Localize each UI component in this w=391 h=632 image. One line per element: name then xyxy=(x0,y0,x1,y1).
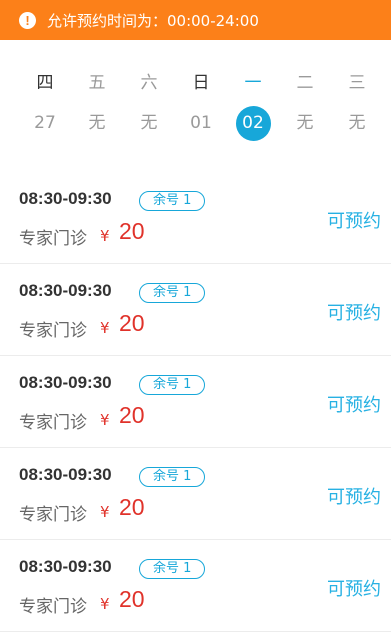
date-row: 27 无 无 01 02 无 无 xyxy=(19,105,383,141)
slot-price: 20 xyxy=(119,402,145,428)
weekday-row: 四 五 六 日 一 二 三 xyxy=(19,70,383,96)
book-button[interactable]: 可预约 xyxy=(327,207,381,233)
remaining-badge: 余号 1 xyxy=(139,375,206,395)
date-cell-unavailable: 无 xyxy=(348,113,366,133)
weekday-tue: 二 xyxy=(296,73,314,93)
slot-time: 08:30-09:30 xyxy=(19,373,112,392)
remaining-badge: 余号 1 xyxy=(139,559,206,579)
weekday-fri: 五 xyxy=(88,73,106,93)
book-button[interactable]: 可预约 xyxy=(327,391,381,417)
currency-symbol: ¥ xyxy=(100,227,110,245)
clinic-type: 专家门诊 xyxy=(19,321,87,341)
book-button[interactable]: 可预约 xyxy=(327,299,381,325)
clinic-type: 专家门诊 xyxy=(19,505,87,525)
weekday-mon: 一 xyxy=(244,73,262,93)
clinic-type: 专家门诊 xyxy=(19,413,87,433)
currency-symbol: ¥ xyxy=(100,503,110,521)
slot-price: 20 xyxy=(119,494,145,520)
slot-row[interactable]: 08:30-09:30 余号 1 专家门诊 ¥ 20 可预约 xyxy=(0,448,391,540)
weekday-sat: 六 xyxy=(140,73,158,93)
date-picker: 四 五 六 日 一 二 三 27 无 无 01 02 无 无 xyxy=(0,40,391,160)
currency-symbol: ¥ xyxy=(100,595,110,613)
clinic-type: 专家门诊 xyxy=(19,597,87,617)
slot-row[interactable]: 08:30-09:30 余号 1 专家门诊 ¥ 20 可预约 xyxy=(0,172,391,264)
date-cell-unavailable: 无 xyxy=(88,113,106,133)
slot-row[interactable]: 08:30-09:30 余号 1 专家门诊 ¥ 20 可预约 xyxy=(0,540,391,632)
exclamation-circle-icon: ! xyxy=(19,11,36,29)
currency-symbol: ¥ xyxy=(100,319,110,337)
notice-banner: ! 允许预约时间为：00:00-24:00 xyxy=(0,0,391,40)
clinic-type: 专家门诊 xyxy=(19,229,87,249)
slot-row[interactable]: 08:30-09:30 余号 1 专家门诊 ¥ 20 可预约 xyxy=(0,356,391,448)
weekday-thu: 四 xyxy=(36,73,54,93)
slot-row[interactable]: 08:30-09:30 余号 1 专家门诊 ¥ 20 可预约 xyxy=(0,264,391,356)
remaining-badge: 余号 1 xyxy=(139,467,206,487)
date-cell-unavailable: 无 xyxy=(296,113,314,133)
notice-text: 允许预约时间为：00:00-24:00 xyxy=(47,11,259,30)
selected-date-bubble: 02 xyxy=(235,105,271,141)
date-cell-01[interactable]: 01 xyxy=(175,110,227,136)
remaining-badge: 余号 1 xyxy=(139,191,206,211)
slot-time: 08:30-09:30 xyxy=(19,465,112,484)
slot-list: 08:30-09:30 余号 1 专家门诊 ¥ 20 可预约 08:30-09:… xyxy=(0,172,391,632)
weekday-wed: 三 xyxy=(348,73,366,93)
slot-price: 20 xyxy=(119,310,145,336)
book-button[interactable]: 可预约 xyxy=(327,483,381,509)
currency-symbol: ¥ xyxy=(100,411,110,429)
book-button[interactable]: 可预约 xyxy=(327,575,381,601)
weekday-sun: 日 xyxy=(192,73,210,93)
date-cell-unavailable: 无 xyxy=(140,113,158,133)
slot-price: 20 xyxy=(119,218,145,244)
slot-time: 08:30-09:30 xyxy=(19,189,112,208)
date-cell-27[interactable]: 27 xyxy=(19,110,71,136)
remaining-badge: 余号 1 xyxy=(139,283,206,303)
slot-time: 08:30-09:30 xyxy=(19,281,112,300)
date-cell-02-selected[interactable]: 02 xyxy=(227,105,279,141)
slot-time: 08:30-09:30 xyxy=(19,557,112,576)
